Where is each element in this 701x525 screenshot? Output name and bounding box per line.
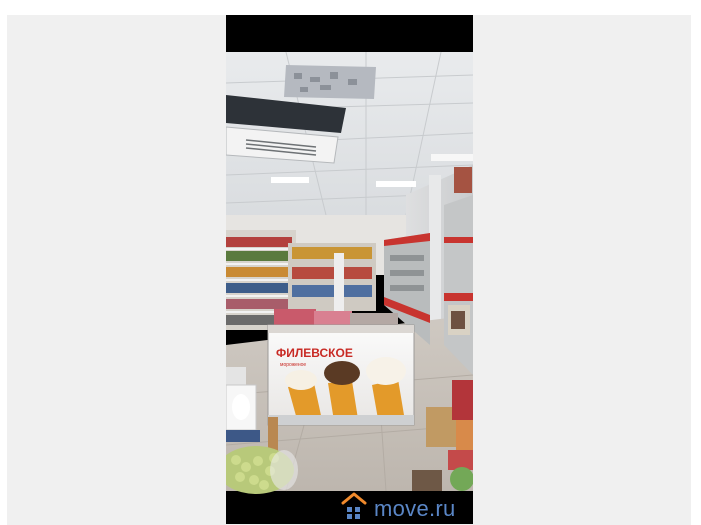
watermark: move.ru (340, 489, 456, 521)
store-interior-image: ФИЛЕВСКОЕ мороженое (226, 15, 473, 524)
watermark-text: move.ru (374, 496, 456, 521)
house-icon (341, 492, 367, 519)
page: ФИЛЕВСКОЕ мороженое move.ru (0, 0, 701, 525)
freezer-brand-text: ФИЛЕВСКОЕ (276, 346, 353, 360)
freezer-tagline-text: мороженое (280, 362, 306, 368)
listing-photo[interactable]: ФИЛЕВСКОЕ мороженое (226, 15, 473, 524)
